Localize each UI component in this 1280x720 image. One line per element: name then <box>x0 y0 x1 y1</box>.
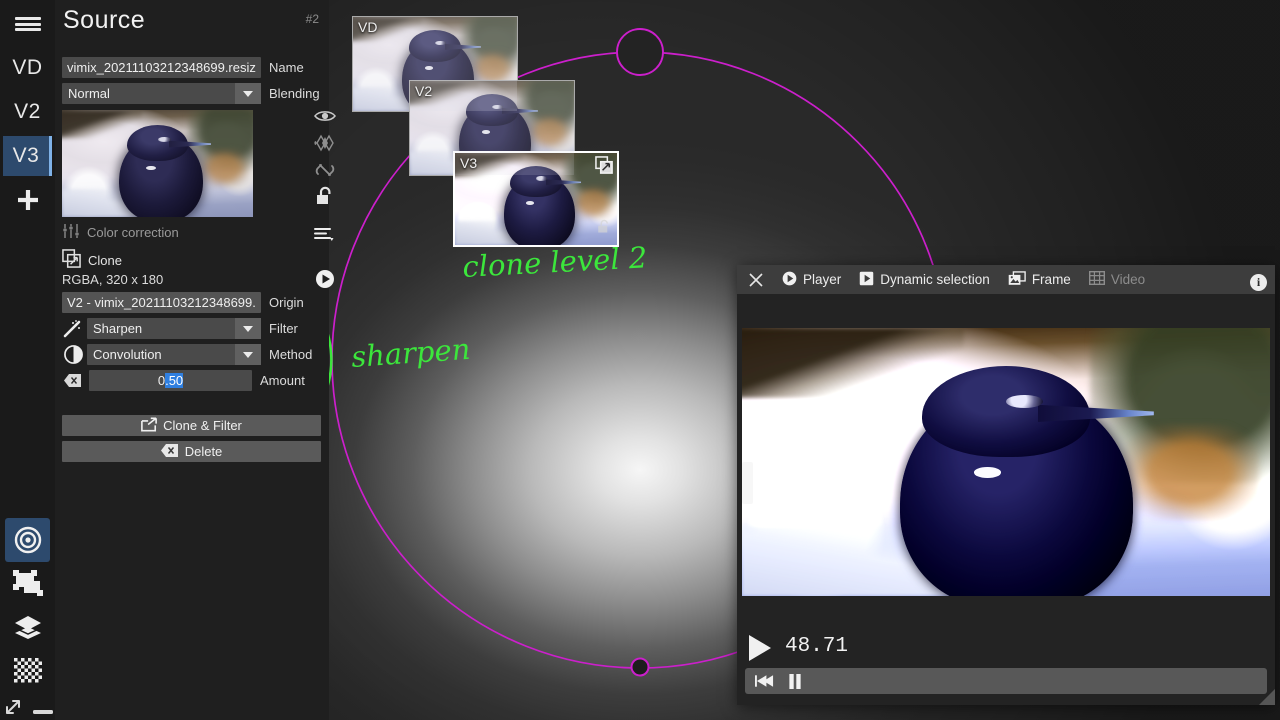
pause-icon[interactable] <box>788 674 802 689</box>
player-toolbar: Player Dynamic selection <box>737 265 1275 294</box>
sidebar-item-label: V2 <box>14 100 41 124</box>
play-circle-icon[interactable] <box>313 269 337 289</box>
tool-texture[interactable] <box>5 650 50 694</box>
clone-icon <box>62 249 81 271</box>
method-value: Convolution <box>87 347 162 362</box>
color-correction-label: Color correction <box>87 225 179 240</box>
amount-value-selection: .50 <box>165 373 183 388</box>
info-icon[interactable]: i <box>1250 274 1267 291</box>
tab-frame[interactable]: Frame <box>999 265 1080 294</box>
tool-layers[interactable] <box>5 606 50 650</box>
video-frame-image <box>742 328 1270 596</box>
blending-label: Blending <box>269 86 320 101</box>
amount-input[interactable]: 0.50 <box>89 370 252 391</box>
source-name-label: Name <box>269 60 304 75</box>
sidebar-item-v2[interactable]: V2 <box>3 92 52 132</box>
clone-label: Clone <box>88 253 122 268</box>
filter-label: Filter <box>269 321 298 336</box>
clone-row[interactable]: Clone <box>62 249 122 271</box>
hamburger-menu-icon[interactable] <box>0 0 55 48</box>
blending-icon[interactable] <box>313 133 337 153</box>
amount-label: Amount <box>260 373 305 388</box>
thumbnail-veil <box>410 81 574 175</box>
origin-value[interactable]: V2 - vimix_20211103212348699. <box>62 292 261 313</box>
chevron-down-icon[interactable] <box>235 318 261 339</box>
expand-icon[interactable] <box>4 698 24 720</box>
clone-and-filter-label: Clone & Filter <box>163 418 242 433</box>
source-thumbnail-v2[interactable]: V2 <box>409 80 575 176</box>
source-properties-panel: Source #2 vimix_20211103212348699.resiz … <box>55 0 329 720</box>
magic-wand-icon <box>62 320 84 338</box>
sidebar-item-v3[interactable]: V3 <box>3 136 52 176</box>
contrast-icon <box>62 345 84 364</box>
color-correction-row[interactable]: Color correction <box>62 224 179 241</box>
source-index-badge: #2 <box>306 12 319 26</box>
sidebar-item-label: V3 <box>13 144 40 168</box>
backspace-icon[interactable] <box>62 374 84 387</box>
player-window: Player Dynamic selection <box>737 265 1275 705</box>
unlock-icon[interactable] <box>313 186 337 206</box>
sidebar-item-label: VD <box>12 56 42 80</box>
unlink-icon[interactable] <box>313 160 337 180</box>
delete-label: Delete <box>185 444 223 459</box>
eye-icon[interactable] <box>313 106 337 126</box>
tab-frame-label: Frame <box>1032 272 1071 287</box>
transport-bar[interactable] <box>745 668 1267 694</box>
amount-value-prefix: 0 <box>158 373 165 388</box>
resize-grip[interactable] <box>1257 687 1275 705</box>
page-title: Source <box>63 6 145 35</box>
list-menu-icon[interactable] <box>313 225 337 245</box>
clone-icon <box>595 156 614 180</box>
blending-value: Normal <box>62 86 110 101</box>
clone-and-filter-button[interactable]: Clone & Filter <box>62 415 321 436</box>
tab-player-label: Player <box>803 272 841 287</box>
add-source-button[interactable] <box>3 180 52 220</box>
tab-dynamic-selection[interactable]: Dynamic selection <box>850 265 999 294</box>
source-preview-thumbnail[interactable] <box>62 110 253 217</box>
chevron-down-icon[interactable] <box>235 344 261 365</box>
origin-label: Origin <box>269 295 304 310</box>
tab-video: Video <box>1080 265 1154 294</box>
video-crop-handle[interactable] <box>742 462 753 504</box>
filter-value: Sharpen <box>87 321 142 336</box>
blending-select[interactable]: Normal <box>62 83 261 104</box>
play-icon[interactable] <box>749 635 771 661</box>
film-icon <box>1089 271 1105 288</box>
tab-video-label: Video <box>1111 272 1145 287</box>
frame-icon <box>1008 271 1026 289</box>
sidebar-item-vd[interactable]: VD <box>3 48 52 88</box>
timecode-display: 48.71 <box>785 635 848 658</box>
share-icon <box>141 417 157 435</box>
tool-mixing-target[interactable] <box>5 518 50 562</box>
chevron-down-icon[interactable] <box>235 83 261 104</box>
tool-geometry[interactable] <box>5 562 50 606</box>
close-icon[interactable] <box>745 265 773 294</box>
rewind-icon[interactable] <box>755 674 774 688</box>
player-video-preview[interactable] <box>742 328 1270 596</box>
thumbnail-label: V3 <box>460 155 477 171</box>
left-icon-rail: VD V2 V3 <box>0 0 55 720</box>
play-circle-icon <box>782 271 797 289</box>
vimix-application-window: clone level 2 sharpen VD V2 V3 <box>0 0 1280 720</box>
tab-player[interactable]: Player <box>773 265 850 294</box>
preview-image <box>62 110 253 217</box>
backspace-icon <box>161 444 179 460</box>
sliders-icon <box>62 224 80 241</box>
source-name-input[interactable]: vimix_20211103212348699.resiz <box>62 57 261 78</box>
delete-button[interactable]: Delete <box>62 441 321 462</box>
play-square-icon <box>859 271 874 289</box>
unlock-icon <box>596 219 611 239</box>
thumbnail-label: VD <box>358 19 377 35</box>
annotation-sharpen: sharpen <box>350 332 471 374</box>
minimize-icon[interactable] <box>32 703 54 720</box>
source-format-text: RGBA, 320 x 180 <box>62 272 163 287</box>
filter-select[interactable]: Sharpen <box>87 318 261 339</box>
thumbnail-label: V2 <box>415 83 432 99</box>
method-select[interactable]: Convolution <box>87 344 261 365</box>
method-label: Method <box>269 347 312 362</box>
tab-dynamic-selection-label: Dynamic selection <box>880 272 990 287</box>
